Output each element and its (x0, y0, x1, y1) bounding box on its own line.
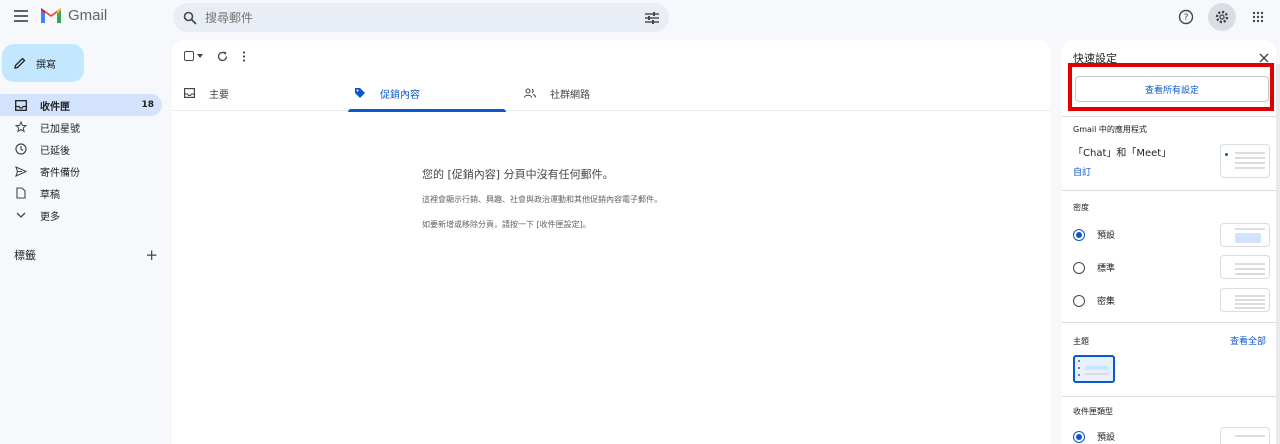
caret-down-icon (197, 54, 203, 58)
empty-state: 您的 [促銷內容] 分頁中沒有任何郵件。 這裡會顯示行銷、興趣、社會與政治運動和… (422, 166, 842, 244)
density-option-label: 標準 (1097, 264, 1116, 274)
star-icon (14, 120, 28, 134)
sidebar-item-inbox[interactable]: 收件匣 18 (0, 94, 162, 116)
tab-primary[interactable]: 主要 (172, 75, 342, 111)
radio-selected[interactable] (1073, 228, 1085, 241)
theme-view-all-link[interactable]: 查看全部 (1230, 334, 1266, 347)
more-vert-icon[interactable] (242, 50, 246, 62)
divider (1062, 190, 1276, 191)
inbox-type-option-default[interactable]: 預設 (1073, 430, 1115, 443)
apps-heading: Gmail 中的應用程式 (1073, 125, 1147, 134)
divider (1062, 322, 1276, 323)
apps-value: 「Chat」和「Meet」 (1073, 148, 1172, 159)
settings-gear-icon[interactable] (1208, 3, 1236, 31)
density-heading: 密度 (1073, 203, 1089, 212)
density-compact-thumbnail (1220, 288, 1270, 312)
select-all-checkbox[interactable] (184, 51, 203, 61)
sidebar: 撰寫 收件匣 18 已加星號 已延後 寄件備份 草稿 更多 標籤 + (0, 34, 172, 444)
svg-text:?: ? (1184, 13, 1189, 23)
gmail-m-icon (41, 8, 61, 23)
empty-state-hint: 如要新增或移除分頁，請按一下 [收件匣設定]。 (422, 220, 591, 229)
inbox-icon (14, 98, 28, 112)
sidebar-item-more[interactable]: 更多 (0, 204, 162, 226)
inbox-type-heading: 收件匣類型 (1073, 407, 1113, 416)
density-default-thumbnail (1220, 223, 1270, 247)
sidebar-item-label: 草稿 (40, 189, 60, 201)
tab-social[interactable]: 社群網路 (512, 75, 682, 111)
apps-customize-link[interactable]: 自訂 (1073, 165, 1171, 178)
apps-grid-icon[interactable] (1244, 3, 1272, 31)
clock-icon (14, 142, 28, 156)
main-menu-icon[interactable] (10, 7, 32, 27)
sidebar-nav: 收件匣 18 已加星號 已延後 寄件備份 草稿 更多 (0, 94, 162, 226)
top-bar: Gmail ? (0, 0, 1280, 34)
chevron-down-icon (14, 208, 28, 222)
sidebar-item-label: 更多 (40, 211, 60, 223)
mail-toolbar (184, 48, 246, 64)
sidebar-item-drafts[interactable]: 草稿 (0, 182, 162, 204)
inbox-type-thumbnail (1220, 427, 1270, 444)
search-options-icon[interactable] (645, 11, 659, 24)
density-option-default[interactable]: 預設 (1073, 228, 1115, 241)
sidebar-item-label: 收件匣 (40, 101, 70, 113)
empty-state-heading: 您的 [促銷內容] 分頁中沒有任何郵件。 (422, 168, 614, 181)
gmail-logo[interactable]: Gmail (40, 7, 107, 24)
inbox-type-option-label: 預設 (1097, 433, 1116, 443)
close-icon[interactable] (1259, 53, 1269, 63)
sidebar-item-starred[interactable]: 已加星號 (0, 116, 162, 138)
compose-button[interactable]: 撰寫 (2, 44, 84, 82)
compose-label: 撰寫 (36, 59, 56, 71)
tag-icon (355, 88, 365, 98)
tab-label: 促銷內容 (380, 89, 420, 101)
search-bar[interactable] (173, 3, 669, 32)
tab-label: 主要 (209, 89, 229, 101)
send-icon (14, 164, 28, 178)
density-option-label: 預設 (1097, 231, 1116, 241)
people-icon (524, 88, 536, 98)
panel-scrollbar[interactable] (1276, 64, 1280, 444)
radio-unselected[interactable] (1073, 261, 1085, 274)
labels-heading: 標籤 (14, 249, 36, 262)
annotation-highlight-box (1068, 63, 1274, 111)
inbox-tabs: 主要 促銷內容 社群網路 (172, 75, 1050, 112)
pencil-icon (14, 57, 26, 69)
unread-count: 18 (141, 100, 154, 110)
apps-preview-thumbnail (1220, 144, 1270, 178)
search-input[interactable] (205, 10, 645, 25)
help-icon[interactable]: ? (1172, 3, 1200, 31)
empty-state-description: 這裡會顯示行銷、興趣、社會與政治運動和其他促銷內容電子郵件。 (422, 195, 662, 204)
sidebar-item-sent[interactable]: 寄件備份 (0, 160, 162, 182)
density-option-comfortable[interactable]: 標準 (1073, 261, 1115, 274)
density-option-compact[interactable]: 密集 (1073, 294, 1115, 307)
inbox-icon (184, 88, 195, 98)
main-content: 主要 促銷內容 社群網路 您的 [促銷內容] 分頁中沒有任何郵件。 這裡會顯示行… (172, 40, 1050, 444)
add-label-icon[interactable]: + (145, 246, 158, 264)
sidebar-item-label: 已加星號 (40, 123, 80, 135)
labels-section: 標籤 + (14, 246, 158, 264)
sidebar-item-snoozed[interactable]: 已延後 (0, 138, 162, 160)
sidebar-item-label: 已延後 (40, 145, 70, 157)
search-icon[interactable] (183, 11, 197, 25)
sidebar-item-label: 寄件備份 (40, 167, 80, 179)
refresh-icon[interactable] (217, 51, 228, 62)
tab-label: 社群網路 (550, 89, 590, 101)
tab-promotions[interactable]: 促銷內容 (342, 75, 512, 112)
radio-unselected[interactable] (1073, 294, 1085, 307)
divider (1062, 116, 1276, 117)
theme-heading: 主題 (1073, 337, 1089, 346)
density-option-label: 密集 (1097, 297, 1116, 307)
divider (1062, 396, 1276, 397)
draft-icon (14, 186, 28, 200)
app-name: Gmail (68, 7, 108, 24)
radio-selected[interactable] (1073, 430, 1085, 443)
density-comfortable-thumbnail (1220, 255, 1270, 279)
theme-thumbnail[interactable] (1073, 355, 1115, 383)
